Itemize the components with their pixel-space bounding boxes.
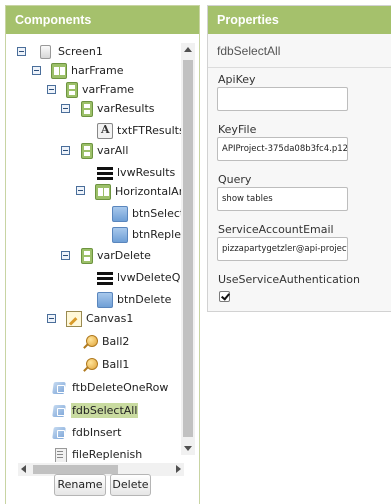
firebase-icon	[52, 380, 68, 396]
prop-label-keyfile: KeyFile	[218, 123, 257, 136]
ball-icon	[82, 334, 98, 350]
vertical-arrangement-icon	[81, 142, 93, 159]
screen-icon	[40, 44, 51, 59]
tree-item-varall[interactable]: varAll	[81, 140, 129, 161]
tree-item-label: varFrame	[82, 83, 135, 96]
scroll-down-arrow-icon[interactable]	[184, 446, 192, 451]
query-input[interactable]: show tables	[217, 187, 348, 211]
collapse-toggle-varframe[interactable]	[47, 85, 56, 94]
tree-item-label: varResults	[97, 102, 155, 115]
tree-item-ball2[interactable]: Ball2	[82, 331, 130, 352]
properties-header: Properties	[208, 6, 391, 34]
canvas-icon	[66, 310, 82, 327]
firebase-icon	[52, 403, 68, 419]
tree-item-label: fileReplenish	[72, 448, 143, 461]
tree-item-label: lvwResults	[117, 166, 176, 179]
vertical-arrangement-icon	[81, 100, 93, 117]
properties-panel: Properties fdbSelectAll ApiKey KeyFile A…	[207, 5, 391, 312]
tree-item-ball1[interactable]: Ball1	[82, 354, 130, 375]
collapse-toggle-harframe[interactable]	[32, 66, 41, 75]
collapse-toggle-screen1[interactable]	[17, 47, 26, 56]
rename-button[interactable]: Rename	[54, 474, 106, 496]
listview-icon	[97, 270, 113, 286]
file-icon	[52, 447, 68, 462]
collapse-toggle-varresults[interactable]	[61, 104, 70, 113]
keyfile-input[interactable]: APIProject-375da08b3fc4.p12	[217, 137, 348, 161]
vertical-arrangement-icon	[81, 247, 93, 264]
components-header: Components	[6, 6, 199, 34]
components-panel: Components Screen1 harFrame varFrame var…	[5, 5, 200, 504]
tree-item-label: varAll	[97, 144, 129, 157]
prop-label-serviceaccountemail: ServiceAccountEmail	[218, 223, 334, 236]
tree-item-vardelete[interactable]: varDelete	[81, 245, 152, 266]
listview-icon	[97, 165, 113, 181]
tree-item-fdbselectall[interactable]: fdbSelectAll	[52, 400, 139, 421]
tree-item-ftbdeleteonerow[interactable]: ftbDeleteOneRow	[52, 377, 169, 398]
tree-item-btnreplenish[interactable]: btnReplen	[112, 224, 189, 245]
tree-item-harframe[interactable]: harFrame	[51, 60, 125, 81]
tree-item-label: txtFTResults	[117, 124, 185, 137]
apikey-input[interactable]	[217, 87, 348, 111]
vertical-arrangement-icon	[66, 81, 78, 98]
tree-item-label: ftbDeleteOneRow	[72, 381, 169, 394]
collapse-toggle-horizontalarrangement[interactable]	[76, 186, 85, 195]
tree-item-txtftresults[interactable]: txtFTResults	[97, 120, 186, 141]
prop-label-apikey: ApiKey	[218, 73, 256, 86]
tree-item-fdbinsert[interactable]: fdbInsert	[52, 422, 122, 443]
tree-item-varframe[interactable]: varFrame	[66, 79, 135, 100]
delete-button[interactable]: Delete	[110, 474, 151, 496]
selected-component-name: fdbSelectAll	[208, 34, 391, 68]
collapse-toggle-vardelete[interactable]	[61, 251, 70, 260]
tree-item-btndelete[interactable]: btnDelete	[97, 289, 172, 310]
serviceaccountemail-input[interactable]: pizzapartygetzler@api-project	[217, 237, 348, 261]
prop-label-useserviceauthentication: UseServiceAuthentication	[218, 273, 360, 286]
collapse-toggle-canvas1[interactable]	[47, 314, 56, 323]
tree-vertical-scrollbar[interactable]	[181, 43, 195, 455]
tree-item-varresults[interactable]: varResults	[81, 98, 156, 119]
tree-item-label: btnDelete	[117, 293, 172, 306]
useserviceauthentication-checkbox[interactable]	[219, 291, 230, 302]
tree-item-label: harFrame	[71, 64, 124, 77]
scroll-right-arrow-icon[interactable]	[176, 465, 181, 473]
button-icon	[112, 205, 128, 222]
horizontal-arrangement-icon	[95, 183, 111, 200]
tree-item-label: fdbInsert	[72, 426, 122, 439]
tree-item-label: Screen1	[58, 45, 103, 58]
tree-item-lvwresults[interactable]: lvwResults	[97, 162, 176, 183]
tree-item-label: varDelete	[97, 249, 151, 262]
scroll-left-arrow-icon[interactable]	[21, 465, 26, 473]
horizontal-scroll-thumb[interactable]	[33, 465, 118, 474]
tree-item-screen1[interactable]: Screen1	[38, 41, 104, 62]
firebase-icon	[52, 425, 68, 441]
button-icon	[112, 226, 128, 243]
tree-item-label: Ball2	[102, 335, 130, 348]
collapse-toggle-varall[interactable]	[61, 146, 70, 155]
ball-icon	[82, 357, 98, 373]
vertical-scroll-thumb[interactable]	[183, 60, 193, 437]
tree-item-filereplenish[interactable]: fileReplenish	[52, 444, 143, 462]
tree-item-canvas1[interactable]: Canvas1	[66, 308, 134, 329]
scroll-up-arrow-icon[interactable]	[184, 47, 192, 52]
horizontal-arrangement-icon	[51, 62, 67, 79]
tree-item-label: Canvas1	[86, 312, 134, 325]
button-icon	[97, 291, 113, 308]
label-icon	[97, 122, 113, 139]
prop-label-query: Query	[218, 173, 252, 186]
components-tree: Screen1 harFrame varFrame varResults txt…	[6, 34, 199, 462]
tree-item-label: Ball1	[102, 358, 130, 371]
tree-item-label: fdbSelectAll	[71, 403, 139, 418]
